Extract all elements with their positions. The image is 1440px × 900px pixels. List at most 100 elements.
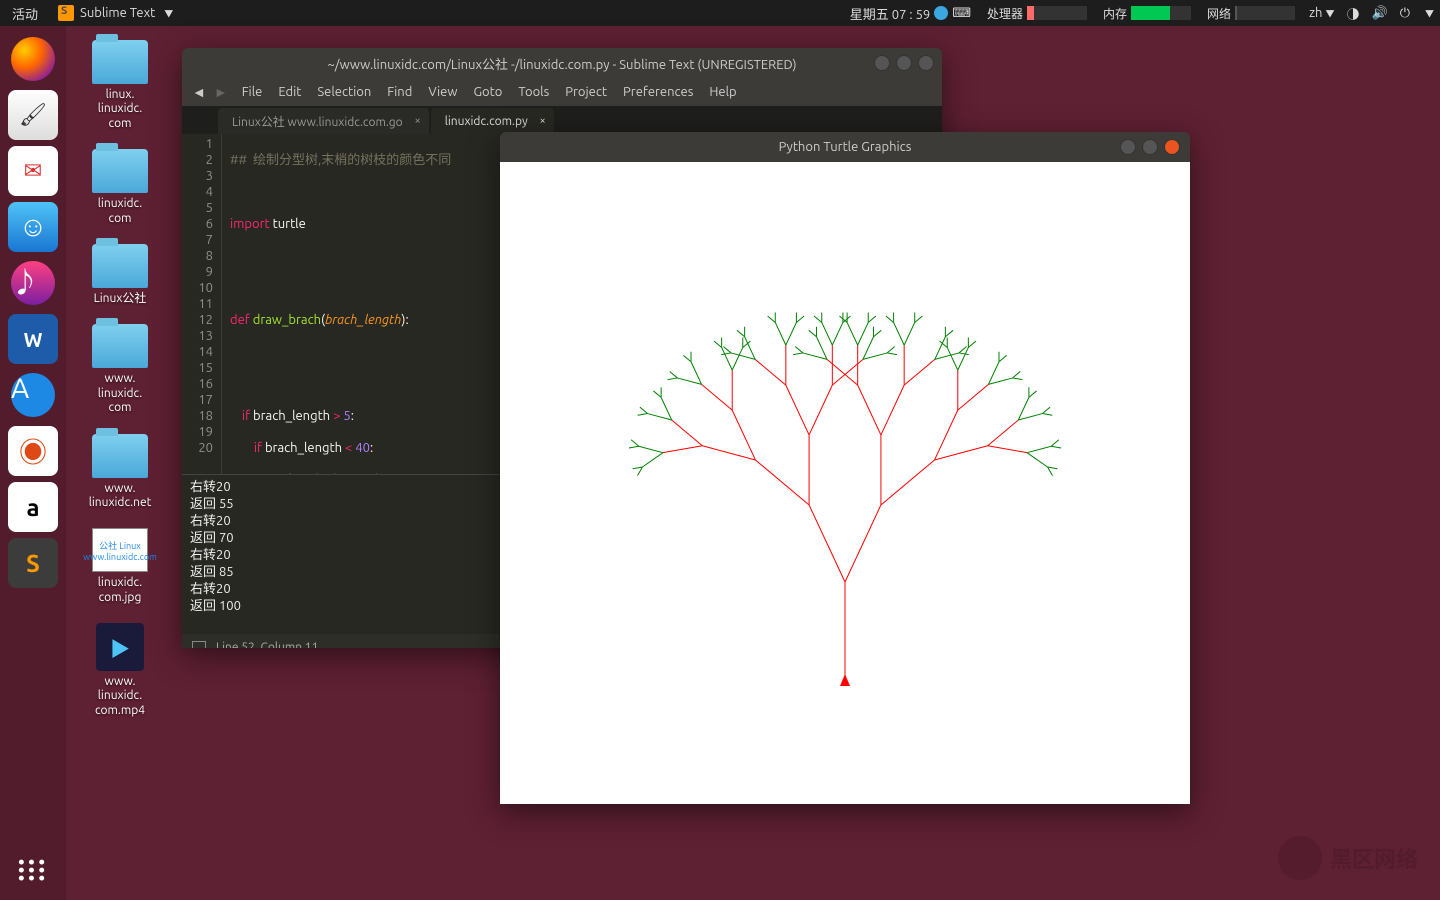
dock-apps-grid[interactable]: •••••••••	[18, 858, 49, 882]
desktop-icon[interactable]: www.linuxidc.net	[80, 434, 160, 511]
watermark: 黑区网络	[1278, 836, 1418, 880]
dock-word[interactable]: W	[8, 314, 58, 364]
cpu-bar	[1027, 6, 1087, 20]
sublime-titlebar[interactable]: ~/www.linuxidc.com/Linux公社 -/linuxidc.co…	[182, 48, 942, 78]
dock-amazon[interactable]: a	[8, 482, 58, 532]
mem-indicator[interactable]: 内存	[1095, 5, 1199, 22]
line-number: 19	[182, 424, 213, 440]
app-menu[interactable]: Sublime Text ▼	[50, 5, 181, 21]
desktop-icon[interactable]: ▶www.linuxidc.com.mp4	[80, 623, 160, 718]
cpu-indicator[interactable]: 处理器	[979, 5, 1095, 22]
top-panel: 活动 Sublime Text ▼ 星期五 07 : 59 ⌨ 处理器 内存 网…	[0, 0, 1440, 26]
cpu-label: 处理器	[987, 5, 1023, 22]
panel-switcher-icon[interactable]	[192, 641, 206, 648]
desktop-icon-label: www.linuxidc.com.mp4	[95, 675, 145, 718]
menu-tools[interactable]: Tools	[510, 83, 557, 101]
dock-finder[interactable]: ☺	[8, 202, 58, 252]
line-number: 9	[182, 264, 213, 280]
line-number: 1	[182, 136, 213, 152]
dock-ubuntu[interactable]	[8, 426, 58, 476]
dock-sublime[interactable]: S	[8, 538, 58, 588]
net-label: 网络	[1207, 5, 1231, 22]
dock-itunes[interactable]: ♪	[8, 258, 58, 308]
tab-py-file[interactable]: linuxidc.com.py ×	[431, 108, 554, 134]
desktop-icon-label: www.linuxidc.net	[89, 482, 152, 511]
folder-icon	[92, 324, 148, 368]
menu-file[interactable]: File	[234, 83, 271, 101]
activities-button[interactable]: 活动	[0, 4, 50, 23]
clock-text: 星期五 07 : 59	[850, 4, 930, 23]
desktop-icon[interactable]: 公社 Linux www.linuxidc.comlinuxidc.com.jp…	[80, 528, 160, 605]
net-indicator[interactable]: 网络	[1199, 5, 1303, 22]
lang-indicator[interactable]: zh▼	[1303, 6, 1340, 20]
video-file-icon: ▶	[96, 623, 144, 671]
menu-preferences[interactable]: Preferences	[615, 83, 701, 101]
menu-view[interactable]: View	[420, 83, 465, 101]
desktop-icon-label: www.linuxidc.com	[98, 372, 142, 415]
power-icon[interactable]: ⏻	[1394, 6, 1416, 21]
cursor-position: Line 52, Column 11	[216, 641, 318, 649]
line-number: 18	[182, 408, 213, 424]
line-number: 20	[182, 440, 213, 456]
turtle-title: Python Turtle Graphics	[779, 140, 912, 154]
minimize-button[interactable]	[874, 55, 890, 71]
nav-back-icon[interactable]: ◄	[190, 84, 208, 100]
mem-label: 内存	[1103, 5, 1127, 22]
system-menu-chevron[interactable]: ▼	[1416, 6, 1440, 20]
desktop-icon[interactable]: Linux公社	[80, 244, 160, 306]
sublime-menubar: ◄ ► FileEditSelectionFindViewGotoToolsPr…	[182, 78, 942, 106]
fractal-tree	[500, 162, 1190, 804]
dock-mail[interactable]	[8, 146, 58, 196]
desktop-icon[interactable]: www.linuxidc.com	[80, 324, 160, 415]
turtle-window: Python Turtle Graphics	[500, 132, 1190, 804]
desktop-icon[interactable]: linuxidc.com	[80, 149, 160, 226]
maximize-button[interactable]	[1142, 139, 1158, 155]
menu-goto[interactable]: Goto	[465, 83, 510, 101]
menu-find[interactable]: Find	[379, 83, 420, 101]
keyboard-icon: ⌨	[952, 6, 971, 21]
dock-appstore[interactable]: A	[8, 370, 58, 420]
line-number: 12	[182, 312, 213, 328]
folder-icon	[92, 434, 148, 478]
menu-help[interactable]: Help	[701, 83, 744, 101]
dock-files[interactable]: 🖌	[8, 90, 58, 140]
net-bar	[1235, 6, 1295, 20]
menu-project[interactable]: Project	[557, 83, 615, 101]
a11y-icon[interactable]: ◑	[1340, 4, 1365, 23]
line-number: 17	[182, 392, 213, 408]
desktop-icon[interactable]: linux.linuxidc.com	[80, 40, 160, 131]
minimize-button[interactable]	[1120, 139, 1136, 155]
folder-icon	[92, 40, 148, 84]
dock-firefox[interactable]	[8, 34, 58, 84]
tab-close-icon[interactable]: ×	[540, 115, 546, 127]
gutter: 1234567891011121314151617181920	[182, 134, 222, 474]
line-number: 16	[182, 376, 213, 392]
line-number: 3	[182, 168, 213, 184]
watermark-logo-icon	[1278, 836, 1322, 880]
line-number: 15	[182, 360, 213, 376]
line-number: 2	[182, 152, 213, 168]
close-button[interactable]	[918, 55, 934, 71]
line-number: 6	[182, 216, 213, 232]
line-number: 11	[182, 296, 213, 312]
maximize-button[interactable]	[896, 55, 912, 71]
tab-go-file[interactable]: Linux公社 www.linuxidc.com.go×	[218, 108, 429, 134]
turtle-titlebar[interactable]: Python Turtle Graphics	[500, 132, 1190, 162]
clock[interactable]: 星期五 07 : 59 ⌨	[842, 4, 979, 23]
volume-icon[interactable]: 🔊	[1366, 6, 1394, 21]
line-number: 4	[182, 184, 213, 200]
nav-fwd-icon[interactable]: ►	[212, 84, 230, 100]
folder-icon	[92, 149, 148, 193]
line-number: 13	[182, 328, 213, 344]
tab-label: linuxidc.com.py	[445, 115, 528, 128]
turtle-canvas	[500, 162, 1190, 804]
menu-edit[interactable]: Edit	[270, 83, 309, 101]
mem-bar	[1131, 6, 1191, 20]
close-button[interactable]	[1164, 139, 1180, 155]
sublime-title: ~/www.linuxidc.com/Linux公社 -/linuxidc.co…	[327, 54, 796, 73]
menu-selection[interactable]: Selection	[309, 83, 379, 101]
tab-close-icon[interactable]: ×	[414, 115, 420, 127]
line-number: 5	[182, 200, 213, 216]
line-number: 14	[182, 344, 213, 360]
desktop: linux.linuxidc.com linuxidc.com Linux公社 www…	[80, 40, 160, 718]
